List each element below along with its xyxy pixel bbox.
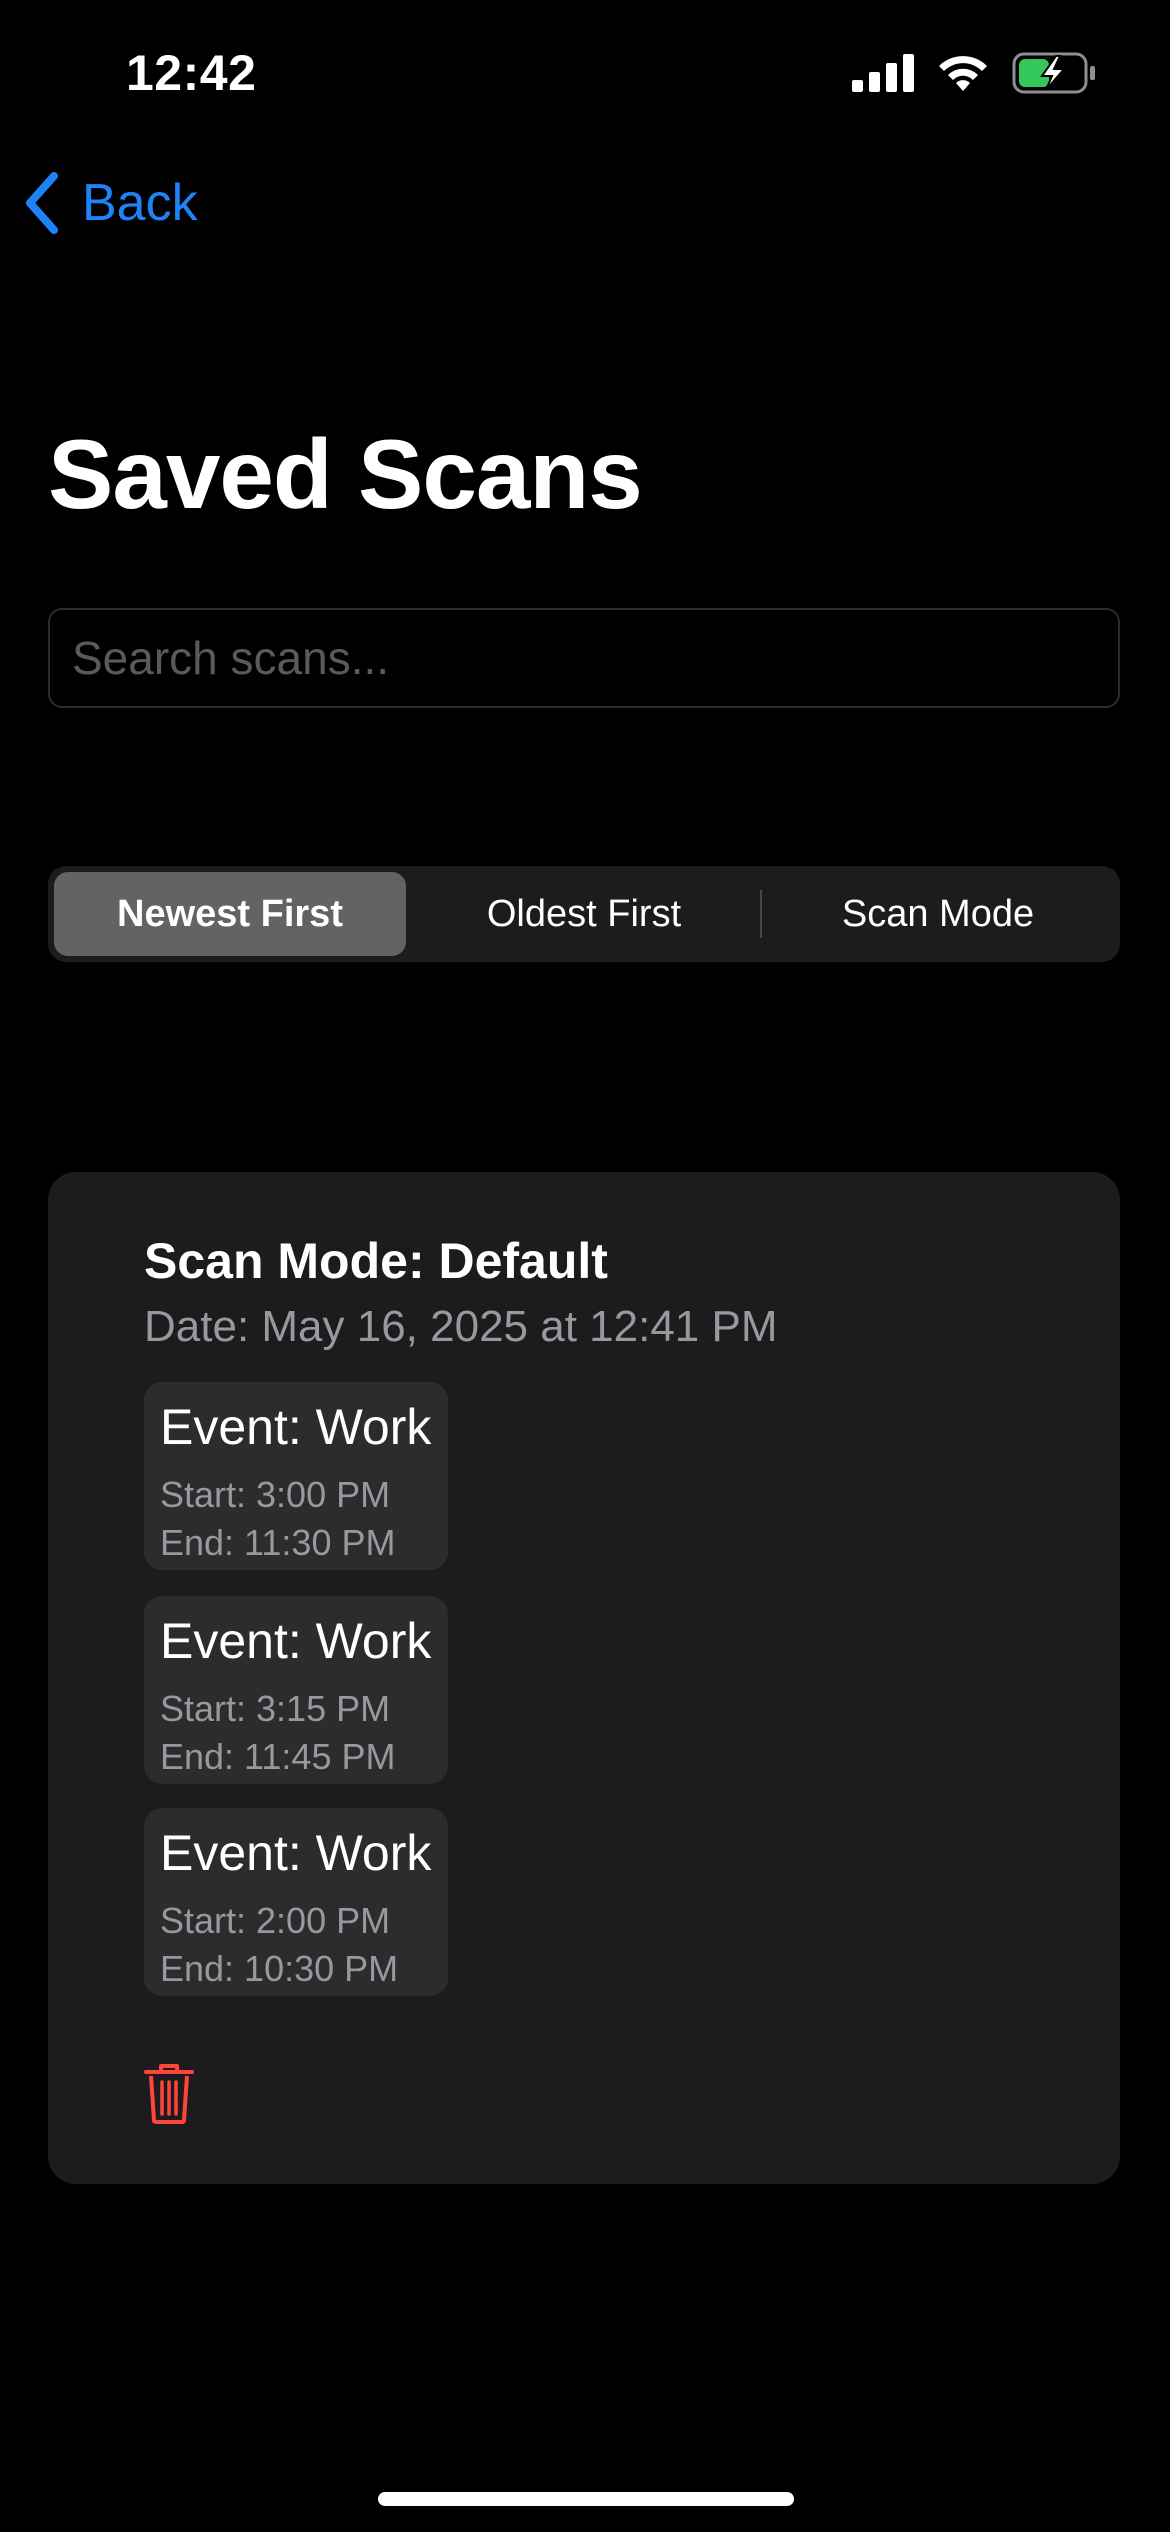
event-item: Event: Work Start: 3:00 PM End: 11:30 PM [144, 1382, 448, 1570]
back-button-label: Back [82, 174, 198, 232]
event-item: Event: Work Start: 2:00 PM End: 10:30 PM [144, 1808, 448, 1996]
wifi-icon [939, 56, 987, 91]
event-start: Start: 3:00 PM [160, 1474, 391, 1515]
page-title: Saved Scans [48, 419, 643, 529]
event-start: Start: 3:15 PM [160, 1688, 391, 1729]
event-name: Event: Work [160, 1825, 432, 1881]
sort-option-newest-first[interactable]: Newest First [54, 872, 406, 956]
event-start: Start: 2:00 PM [160, 1900, 391, 1941]
event-name: Event: Work [160, 1613, 432, 1669]
event-end: End: 11:45 PM [160, 1736, 396, 1777]
battery-charging-icon [1012, 52, 1095, 94]
scan-date: Date: May 16, 2025 at 12:41 PM [144, 1302, 778, 1351]
event-end: End: 11:30 PM [160, 1522, 396, 1563]
search-field[interactable] [48, 608, 1120, 708]
search-input[interactable] [70, 630, 1098, 686]
chevron-left-icon [26, 172, 58, 234]
status-time: 12:42 [126, 45, 257, 101]
scan-title: Scan Mode: Default [144, 1233, 608, 1289]
trash-icon [144, 2064, 194, 2124]
home-indicator[interactable] [378, 2492, 794, 2506]
delete-scan-button[interactable] [144, 2064, 194, 2129]
back-button[interactable]: Back [22, 172, 198, 234]
event-name: Event: Work [160, 1399, 432, 1455]
sort-segmented-control: Newest First Oldest First Scan Mode [48, 866, 1120, 962]
sort-option-scan-mode[interactable]: Scan Mode [762, 872, 1114, 956]
status-icons [852, 52, 1096, 94]
sort-option-oldest-first[interactable]: Oldest First [408, 872, 760, 956]
event-end: End: 10:30 PM [160, 1948, 399, 1989]
cellular-signal-icon [852, 54, 914, 92]
event-item: Event: Work Start: 3:15 PM End: 11:45 PM [144, 1596, 448, 1784]
